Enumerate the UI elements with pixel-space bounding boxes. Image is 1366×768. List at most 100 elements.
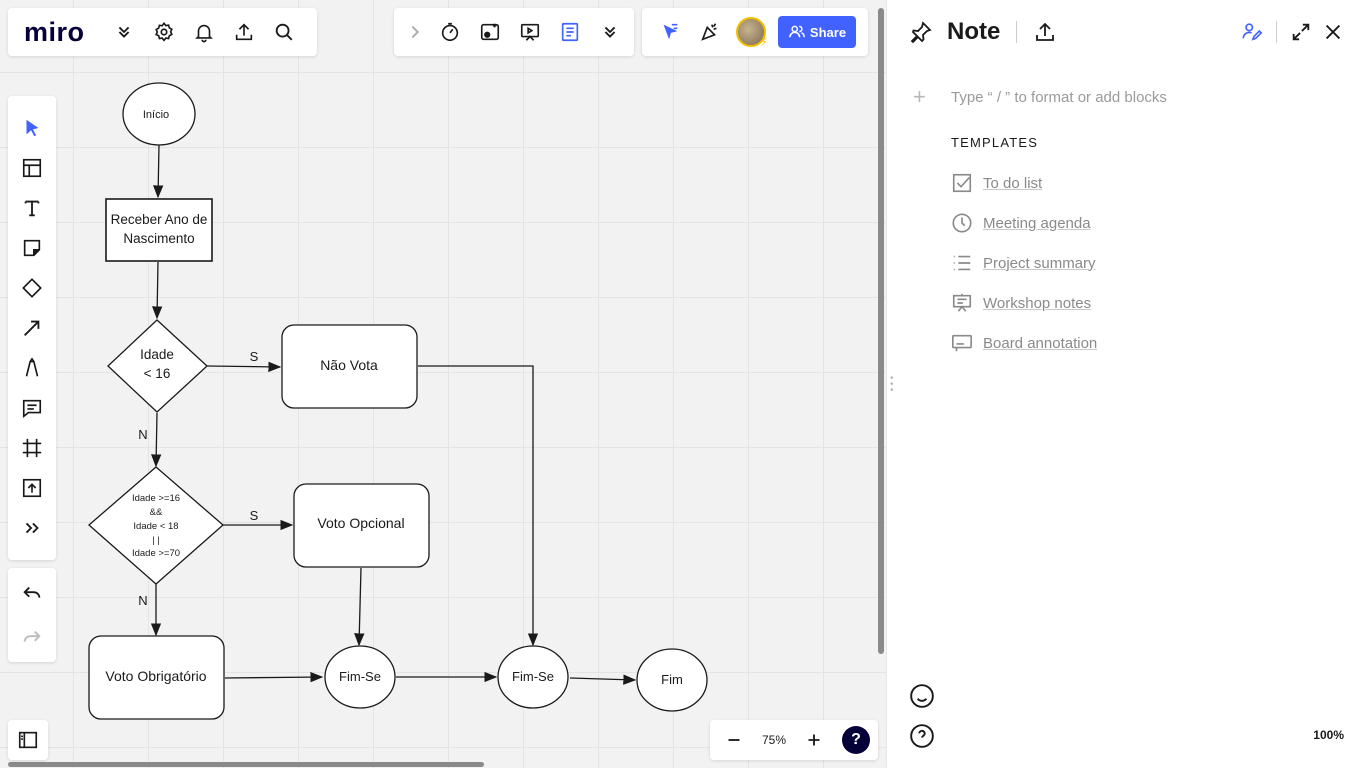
text-icon[interactable] <box>8 188 56 228</box>
template-label: Workshop notes <box>983 294 1092 312</box>
obrigatorio-label: Voto Obrigatório <box>105 668 206 684</box>
chevron-right-icon[interactable] <box>400 12 430 52</box>
opcional-label: Voto Opcional <box>317 515 404 531</box>
close-icon[interactable] <box>1317 16 1349 48</box>
connector-receber-decision1 <box>152 261 163 320</box>
decision1-label-1: Idade <box>140 347 174 362</box>
help-icon[interactable]: ? <box>842 726 870 754</box>
horizontal-scrollbar[interactable] <box>8 762 484 767</box>
pen-icon[interactable] <box>8 348 56 388</box>
add-block-icon[interactable]: + <box>913 84 951 110</box>
user-avatar[interactable]: ⚡ <box>736 17 768 49</box>
connector-fimse2-fim <box>569 674 637 685</box>
connector-decision1-naovota <box>206 361 282 373</box>
more-tools-icon[interactable] <box>8 508 56 548</box>
decision2-label-4: | | <box>152 535 160 546</box>
decision2-label-3: Idade < 18 <box>133 521 178 532</box>
connector-obrigatorio-fimse1 <box>224 671 324 683</box>
expand-icon[interactable] <box>1285 16 1317 48</box>
cursor-pointer-icon[interactable] <box>650 12 690 52</box>
decision2-label-1: Idade >=16 <box>132 493 180 504</box>
upload-icon[interactable] <box>224 12 264 52</box>
edge-label-s1: S <box>250 349 259 364</box>
note-editor[interactable]: + Type “ / ” to format or add blocks <box>913 84 1167 110</box>
template-workshop-notes[interactable]: Workshop notes <box>951 292 1091 314</box>
receber-label-1: Receber Ano de <box>111 212 208 227</box>
zoom-out-icon[interactable] <box>714 720 754 760</box>
edge-label-n1: N <box>138 427 147 442</box>
board-canvas[interactable]: Início Receber Ano de Nascimento Idade <… <box>0 0 886 768</box>
notes-doc-icon[interactable] <box>550 12 590 52</box>
connector-arrow-icon[interactable] <box>8 308 56 348</box>
decision2-label-5: Idade >=70 <box>132 548 180 559</box>
help-question-icon[interactable] <box>909 723 935 754</box>
template-to-do-list[interactable]: To do list <box>951 172 1042 194</box>
card-icon[interactable] <box>470 12 510 52</box>
frame-icon[interactable] <box>8 428 56 468</box>
undo-icon[interactable] <box>8 572 56 616</box>
creation-toolbar <box>8 96 56 560</box>
celebration-icon[interactable] <box>690 12 730 52</box>
shapes-diamond-icon[interactable] <box>8 268 56 308</box>
connector-inicio-receber <box>153 144 164 199</box>
timer-icon[interactable] <box>430 12 470 52</box>
flowchart[interactable]: Início Receber Ano de Nascimento Idade <… <box>0 0 886 768</box>
emoji-icon[interactable] <box>909 683 935 714</box>
export-icon[interactable] <box>1033 20 1057 44</box>
select-cursor-icon[interactable] <box>8 108 56 148</box>
comment-icon[interactable] <box>8 388 56 428</box>
miro-logo[interactable]: miro <box>24 17 104 48</box>
presentation-icon[interactable] <box>510 12 550 52</box>
vertical-scrollbar[interactable] <box>878 8 884 654</box>
actions-divider <box>1276 21 1277 43</box>
inicio-label: Início <box>143 109 169 121</box>
editor-placeholder[interactable]: Type “ / ” to format or add blocks <box>951 89 1167 106</box>
fimse2-label: Fim-Se <box>512 669 554 684</box>
share-button[interactable]: Share <box>778 16 856 48</box>
undo-redo-panel <box>8 568 56 662</box>
collaboration-toolbar <box>394 8 634 56</box>
board-panel-toggle[interactable] <box>8 720 48 760</box>
presentation-board-icon <box>952 293 972 312</box>
decision2-label-2: && <box>150 507 163 518</box>
sidebar-panel-icon <box>18 731 38 749</box>
receber-label-2: Nascimento <box>123 231 194 246</box>
connector-opcional-fimse1 <box>354 567 365 647</box>
connector-naovota-fimse2 <box>418 365 539 647</box>
search-icon[interactable] <box>264 12 304 52</box>
note-zoom-percent: 100% <box>1313 728 1344 742</box>
edge-label-s2: S <box>250 508 259 523</box>
bell-icon[interactable] <box>184 12 224 52</box>
template-label: Meeting agenda <box>983 214 1091 232</box>
template-label: Project summary <box>983 254 1096 272</box>
note-panel: Note + Type “ / ” to format or add block… <box>886 0 1366 768</box>
templates-heading: TEMPLATES <box>951 135 1039 150</box>
edge-label-n2: N <box>138 593 147 608</box>
settings-gear-icon[interactable] <box>144 12 184 52</box>
panel-resize-handle[interactable]: • • • <box>890 374 894 396</box>
template-project-summary[interactable]: Project summary <box>951 252 1096 274</box>
templates-icon[interactable] <box>8 148 56 188</box>
header-actions <box>1236 16 1349 48</box>
redo-icon[interactable] <box>8 616 56 660</box>
upload-tool-icon[interactable] <box>8 468 56 508</box>
template-board-annotation[interactable]: Board annotation <box>951 332 1097 354</box>
template-meeting-agenda[interactable]: Meeting agenda <box>951 212 1091 234</box>
connector-decision1-decision2 <box>151 412 162 468</box>
header-divider <box>1016 21 1018 43</box>
zoom-level[interactable]: 75% <box>754 733 794 747</box>
sticky-note-icon[interactable] <box>8 228 56 268</box>
process-receber-shape <box>105 198 213 262</box>
checkbox-icon <box>952 173 972 193</box>
template-label: To do list <box>983 174 1043 192</box>
zoom-in-icon[interactable] <box>794 720 834 760</box>
users-icon <box>789 25 805 38</box>
list-icon <box>953 255 971 271</box>
share-toolbar: ⚡ Share <box>642 8 868 56</box>
clock-icon <box>952 213 972 233</box>
fimse1-label: Fim-Se <box>339 669 381 684</box>
chevron-double-down-icon[interactable] <box>590 12 630 52</box>
collaborators-edit-icon[interactable] <box>1236 16 1268 48</box>
pin-icon[interactable] <box>909 20 933 44</box>
chevron-down-icon[interactable] <box>104 12 144 52</box>
